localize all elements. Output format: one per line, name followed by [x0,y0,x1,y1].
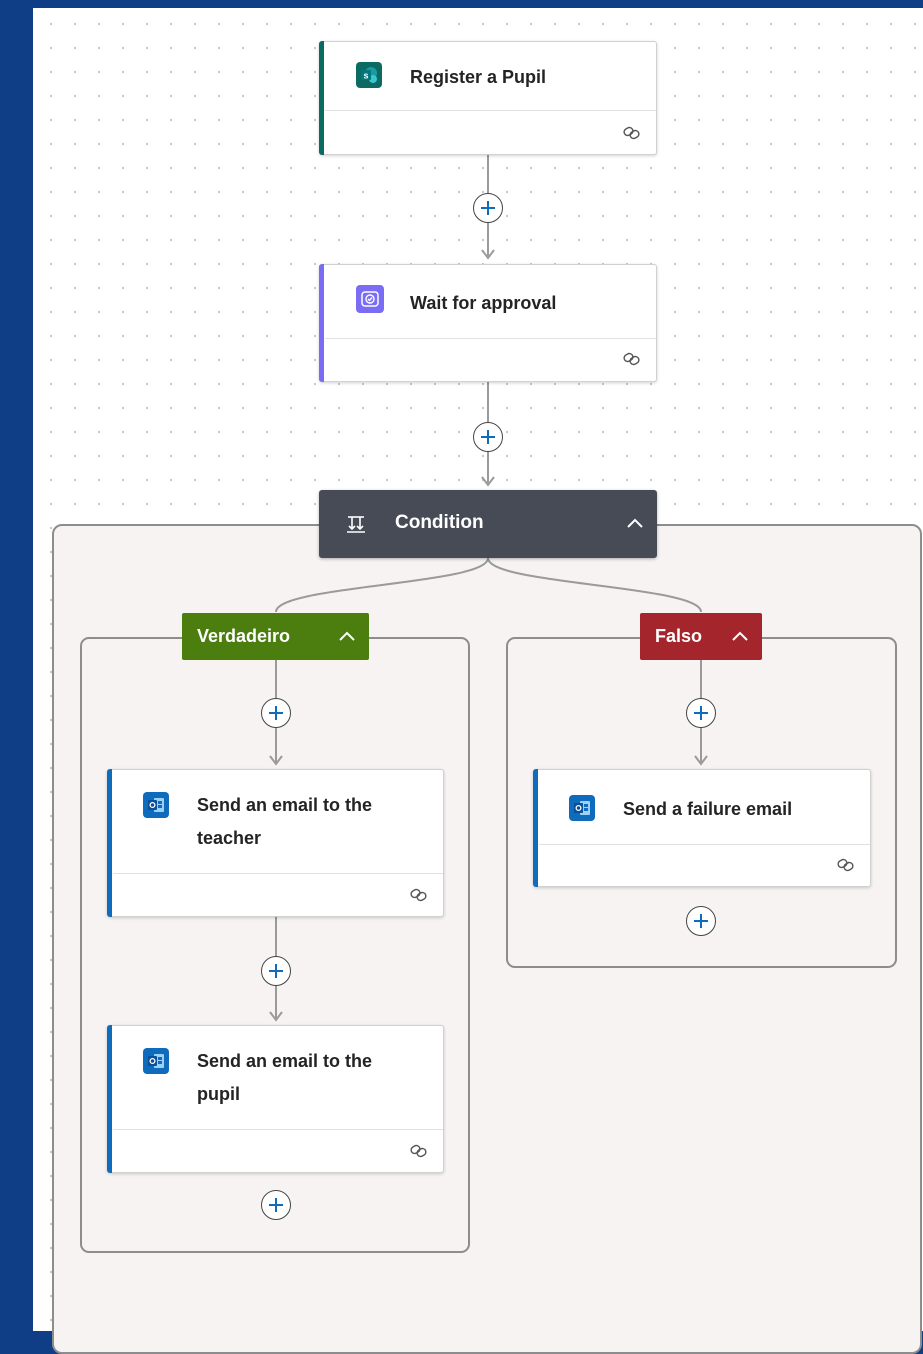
plus-icon [269,1198,283,1212]
card-title-line2: pupil [197,1084,240,1104]
condition-icon [347,516,365,533]
approvals-icon [356,285,384,313]
add-step-button[interactable] [686,698,716,728]
card-divider [325,338,656,339]
add-step-button[interactable] [261,698,291,728]
condition-header[interactable]: Condition [319,490,657,558]
action-card-email-teacher[interactable]: Send an email to the teacher [107,769,444,917]
outlook-icon [569,795,595,821]
card-title: Register a Pupil [410,67,547,87]
true-branch-label[interactable]: Verdadeiro [182,613,369,660]
link-icon[interactable] [622,352,642,366]
card-title: Send a failure email [623,799,793,819]
action-card-wait-approval[interactable]: Wait for approval [319,264,657,382]
add-step-button[interactable] [686,906,716,936]
svg-text:s: s [363,71,368,81]
card-accent [319,41,324,155]
card-title-line2: teacher [197,828,262,848]
action-card-email-pupil[interactable]: Send an email to the pupil [107,1025,444,1173]
card-divider [539,844,870,845]
plus-icon [269,706,283,720]
action-card-failure-email[interactable]: Send a failure email [533,769,871,887]
chevron-up-icon[interactable] [337,629,357,643]
link-icon[interactable] [409,1144,429,1158]
plus-icon [269,964,283,978]
link-icon[interactable] [622,126,642,140]
plus-icon [694,706,708,720]
card-accent [319,264,324,382]
add-step-button[interactable] [261,1190,291,1220]
chevron-up-icon[interactable] [625,516,645,530]
card-divider [113,873,443,874]
card-accent [107,769,112,917]
add-step-button[interactable] [261,956,291,986]
link-icon[interactable] [409,888,429,902]
chevron-up-icon[interactable] [730,629,750,643]
outlook-icon [143,1048,169,1074]
add-step-button[interactable] [473,422,503,452]
plus-icon [481,201,495,215]
card-divider [325,110,656,111]
sharepoint-icon: s [356,62,382,88]
plus-icon [481,430,495,444]
outlook-icon [143,792,169,818]
branch-label-text: Verdadeiro [197,626,291,646]
add-step-button[interactable] [473,193,503,223]
false-branch-label[interactable]: Falso [640,613,762,660]
trigger-card-register-pupil[interactable]: s Register a Pupil [319,41,657,155]
card-title: Wait for approval [410,293,557,313]
card-accent [107,1025,112,1173]
card-accent [533,769,538,887]
link-icon[interactable] [836,858,856,872]
card-title-line1: Send an email to the [197,795,373,815]
condition-label: Condition [395,512,484,533]
card-divider [113,1129,443,1130]
card-title-line1: Send an email to the [197,1051,373,1071]
branch-label-text: Falso [655,626,703,646]
plus-icon [694,914,708,928]
